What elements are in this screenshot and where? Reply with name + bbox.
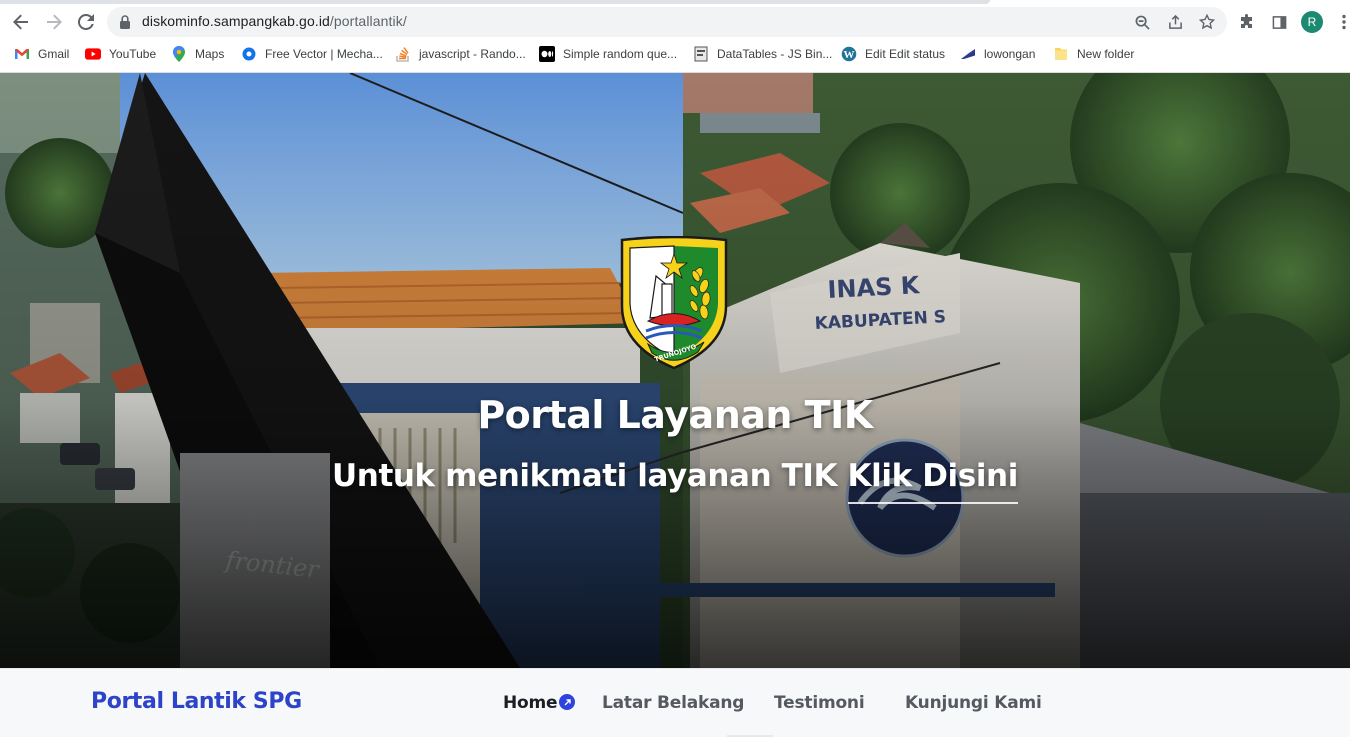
hero-title: Portal Layanan TIK (477, 393, 873, 437)
bookmark-freepik[interactable]: Free Vector | Mecha... (241, 44, 383, 64)
browser-menu-button[interactable] (1331, 9, 1350, 35)
bookmark-maps[interactable]: Maps (171, 44, 224, 64)
lock-icon (120, 15, 130, 29)
site-brand-link[interactable]: Portal Lantik SPG (91, 689, 302, 714)
wordpress-icon: W (841, 46, 857, 62)
hero-subtitle-text: Untuk menikmati layanan TIK (332, 458, 848, 494)
arrow-left-icon (13, 14, 28, 30)
nav-link-home[interactable]: Home (503, 693, 558, 713)
bookmark-label: Edit Edit status (865, 47, 946, 61)
nav-link-kunjungi-kami[interactable]: Kunjungi Kami (905, 693, 1042, 713)
url-host: diskominfo.sampangkab.go.id (142, 13, 330, 29)
bookmark-label: DataTables - JS Bin... (717, 47, 833, 61)
cta-link-klik-disini[interactable]: Klik Disini (847, 458, 1018, 504)
bookmark-youtube[interactable]: YouTube (85, 44, 156, 64)
youtube-icon (85, 46, 101, 62)
bookmark-jsbin[interactable]: DataTables - JS Bin... (693, 44, 832, 64)
bookmark-label: lowongan (984, 47, 1036, 61)
sampang-emblem-logo: TRUNOJOYO (620, 236, 728, 370)
freepik-icon (241, 46, 257, 62)
folder-icon (1053, 46, 1069, 62)
nav-link-testimoni[interactable]: Testimoni (774, 693, 865, 713)
side-panel-button[interactable] (1266, 9, 1292, 35)
active-tab-edge (0, 0, 990, 4)
url-path: /portallantik/ (329, 13, 407, 29)
reload-button[interactable] (71, 7, 101, 37)
bookmark-star-button[interactable] (1196, 11, 1218, 33)
forward-button[interactable] (39, 7, 69, 37)
hero-subtitle: Untuk menikmati layanan TIK Klik Disini (0, 458, 1350, 504)
bookmark-label: Gmail (38, 47, 70, 61)
jsbin-icon (693, 46, 709, 62)
bookmark-label: javascript - Rando... (419, 47, 526, 61)
zoom-button[interactable] (1131, 11, 1153, 33)
bookmark-medium[interactable]: Simple random que... (539, 44, 677, 64)
hero-section: frontier INAS K KABUPATEN S (0, 73, 1350, 668)
browser-chrome: diskominfo.sampangkab.go.id/portallantik… (0, 0, 1350, 73)
back-button[interactable] (6, 7, 36, 37)
bookmark-label: New folder (1077, 47, 1135, 61)
maps-icon (171, 46, 187, 62)
bookmark-label: Maps (195, 47, 225, 61)
tab-strip (0, 0, 1350, 4)
site-navbar: Portal Lantik SPG Home Latar Belakang Te… (0, 668, 1350, 737)
profile-avatar[interactable]: R (1301, 11, 1323, 33)
browser-toolbar: diskominfo.sampangkab.go.id/portallantik… (0, 5, 1350, 39)
gmail-icon (14, 46, 30, 62)
url-text: diskominfo.sampangkab.go.id/portallantik… (142, 13, 407, 29)
bookmark-label: Free Vector | Mecha... (265, 47, 383, 61)
flag-icon (960, 46, 976, 62)
star-icon (1199, 14, 1215, 30)
reload-icon (78, 14, 94, 30)
bookmarks-bar: Gmail YouTube Maps Free Vector | Mecha..… (0, 41, 1350, 67)
bookmark-gmail[interactable]: Gmail (14, 44, 69, 64)
bookmark-lowongan[interactable]: lowongan (960, 44, 1035, 64)
magnify-icon (1135, 15, 1150, 30)
extensions-button[interactable] (1234, 9, 1260, 35)
active-indicator-icon (559, 694, 575, 710)
bookmark-new-folder[interactable]: New folder (1053, 44, 1134, 64)
nav-link-latar-belakang[interactable]: Latar Belakang (602, 693, 744, 713)
bookmark-label: Simple random que... (563, 47, 678, 61)
sidepanel-icon (1272, 15, 1286, 29)
share-button[interactable] (1164, 11, 1186, 33)
stackoverflow-icon (395, 46, 411, 62)
arrow-right-icon (47, 14, 62, 30)
bookmark-label: YouTube (109, 47, 157, 61)
medium-icon (539, 46, 555, 62)
bookmark-wordpress[interactable]: W Edit Edit status (841, 44, 945, 64)
bookmark-stackoverflow[interactable]: javascript - Rando... (395, 44, 526, 64)
share-icon (1168, 14, 1182, 29)
kebab-menu-icon (1342, 14, 1346, 30)
puzzle-icon (1241, 14, 1252, 28)
address-bar[interactable]: diskominfo.sampangkab.go.id/portallantik… (107, 7, 1227, 37)
svg-text:W: W (844, 49, 855, 61)
